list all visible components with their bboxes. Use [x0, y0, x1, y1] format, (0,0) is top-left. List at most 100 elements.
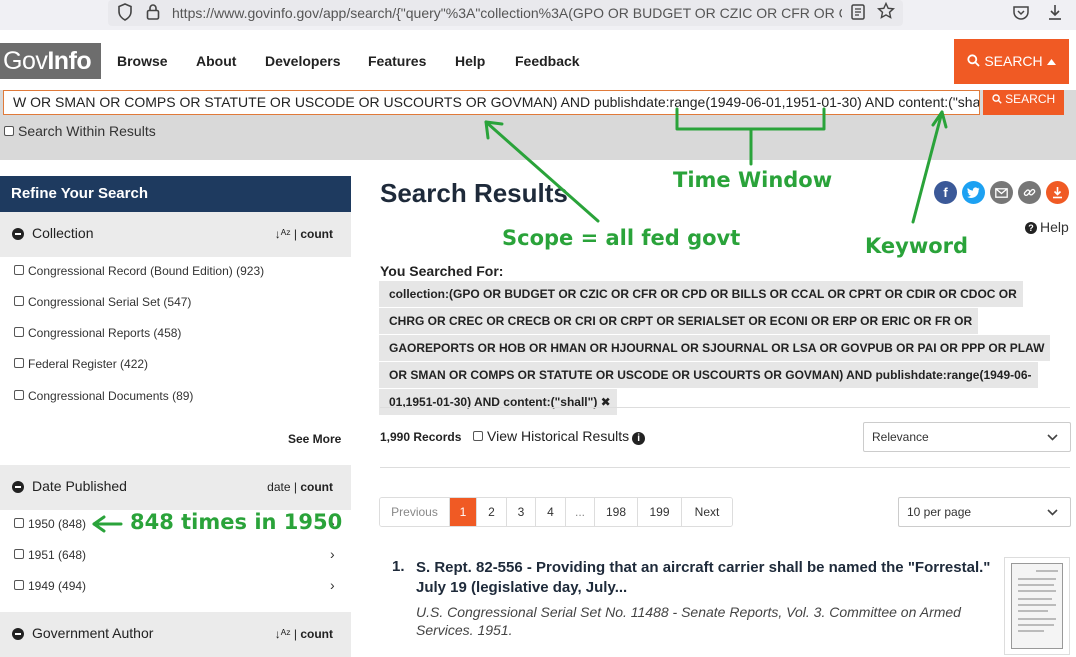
facet-option-label: Congressional Reports (458): [28, 326, 182, 340]
chevron-right-icon[interactable]: ›: [330, 577, 335, 593]
result-source: U.S. Congressional Serial Set No. 11488 …: [416, 604, 961, 638]
search-within-checkbox[interactable]: Search Within Results: [4, 123, 156, 139]
sort-count[interactable]: count: [300, 227, 333, 241]
address-bar[interactable]: https://www.govinfo.gov/app/search/{"que…: [108, 0, 903, 26]
nav-browse[interactable]: Browse: [117, 53, 168, 69]
thumb-line: [1018, 624, 1054, 626]
search-toggle-button[interactable]: SEARCH: [954, 39, 1069, 84]
collapse-icon[interactable]: [12, 628, 24, 640]
govinfo-logo[interactable]: GovInfo: [0, 43, 101, 79]
collapse-icon[interactable]: [12, 481, 24, 493]
caret-up-icon: [1046, 59, 1056, 65]
result-number: 1.: [392, 558, 405, 575]
pocket-icon[interactable]: [1012, 4, 1030, 26]
search-submit-button[interactable]: SEARCH: [983, 90, 1064, 115]
facet-option[interactable]: Congressional Serial Set (547): [14, 295, 191, 309]
nav-features[interactable]: Features: [368, 53, 426, 69]
checkbox[interactable]: [14, 265, 24, 275]
sort-alpha-icon[interactable]: ↓ᴬᶻ: [275, 627, 291, 641]
sort-count[interactable]: count: [300, 480, 333, 494]
divider: [380, 467, 1070, 468]
nav-help[interactable]: Help: [455, 53, 485, 69]
facebook-icon[interactable]: f: [934, 181, 957, 204]
reader-icon[interactable]: [850, 3, 866, 25]
searched-for-query: collection:(GPO OR BUDGET OR CZIC OR CFR…: [379, 281, 1055, 416]
download-icon[interactable]: [1046, 3, 1064, 25]
site-header: GovInfo Browse About Developers Features…: [0, 30, 1076, 90]
facet-option[interactable]: Congressional Record (Bound Edition) (92…: [14, 264, 264, 278]
facet-option[interactable]: 1951 (648): [14, 548, 86, 562]
info-icon[interactable]: i: [632, 432, 646, 445]
sort-alpha-icon[interactable]: ↓ᴬᶻ: [275, 227, 291, 241]
thumb-line: [1018, 584, 1054, 586]
nav-about[interactable]: About: [196, 53, 236, 69]
logo-text-gov: Gov: [3, 47, 48, 75]
checkbox[interactable]: [14, 518, 24, 528]
chevron-right-icon[interactable]: ›: [330, 546, 335, 562]
search-icon: [967, 54, 981, 67]
facet-option[interactable]: 1949 (494): [14, 579, 86, 593]
see-more-link[interactable]: See More: [288, 432, 341, 446]
star-icon[interactable]: [876, 1, 896, 24]
page-1[interactable]: 1: [450, 498, 477, 526]
facet-sort[interactable]: ↓ᴬᶻ | count: [275, 627, 333, 641]
nav-feedback[interactable]: Feedback: [515, 53, 580, 69]
facet-option[interactable]: Federal Register (422): [14, 357, 148, 371]
shield-icon[interactable]: [117, 3, 133, 25]
collapse-icon[interactable]: [12, 228, 24, 240]
page-2[interactable]: 2: [477, 498, 507, 526]
search-submit-label: SEARCH: [1005, 92, 1056, 106]
facet-sort[interactable]: date | count: [267, 480, 333, 494]
page-3[interactable]: 3: [507, 498, 536, 526]
thumb-line: [1018, 604, 1056, 606]
facet-option-label: 1949 (494): [28, 579, 87, 593]
facet-title: Date Published: [32, 478, 127, 494]
page-199[interactable]: 199: [638, 498, 682, 526]
page-4[interactable]: 4: [536, 498, 566, 526]
page-198[interactable]: 198: [595, 498, 638, 526]
result-title-link[interactable]: S. Rept. 82-556 - Providing that an airc…: [416, 558, 996, 598]
browser-toolbar: https://www.govinfo.gov/app/search/{"que…: [0, 0, 1076, 30]
pagination: Previous 1 2 3 4 ... 198 199 Next: [379, 497, 733, 527]
annotation-time-window: Time Window: [673, 168, 833, 192]
historical-label: View Historical Results: [487, 428, 630, 444]
facet-option[interactable]: 1950 (848): [14, 517, 86, 531]
facet-option[interactable]: Congressional Documents (89): [14, 389, 193, 403]
facet-title: Government Author: [32, 625, 154, 641]
lock-icon[interactable]: [146, 3, 160, 25]
twitter-icon[interactable]: [962, 181, 985, 204]
checkbox[interactable]: [14, 358, 24, 368]
checkbox[interactable]: [14, 390, 24, 400]
email-icon[interactable]: [990, 181, 1013, 204]
sort-date[interactable]: date: [267, 480, 290, 494]
sort-select[interactable]: Relevance: [863, 422, 1071, 452]
nav-developers[interactable]: Developers: [265, 53, 340, 69]
facet-header-date-published[interactable]: Date Published date | count: [0, 465, 351, 510]
facet-header-government-author[interactable]: Government Author ↓ᴬᶻ | count: [0, 612, 351, 657]
checkbox[interactable]: [4, 126, 14, 136]
help-link[interactable]: ? Help: [1025, 219, 1069, 235]
checkbox[interactable]: [473, 431, 483, 441]
divider: [380, 407, 1070, 408]
page-previous[interactable]: Previous: [380, 498, 450, 526]
page-next[interactable]: Next: [682, 498, 732, 526]
historical-results-checkbox[interactable]: View Historical Results i: [473, 428, 646, 445]
checkbox[interactable]: [14, 327, 24, 337]
result-thumbnail[interactable]: [1004, 557, 1070, 655]
facet-sort[interactable]: ↓ᴬᶻ | count: [275, 227, 333, 241]
facet-option[interactable]: Congressional Reports (458): [14, 326, 181, 340]
per-page-select[interactable]: 10 per page: [898, 497, 1071, 527]
thumb-line: [1018, 618, 1056, 620]
checkbox[interactable]: [14, 580, 24, 590]
thumb-line: [1018, 610, 1048, 612]
search-icon: [992, 94, 1002, 104]
search-query-input[interactable]: W OR SMAN OR COMPS OR STATUTE OR USCODE …: [3, 90, 980, 115]
sort-count[interactable]: count: [300, 627, 333, 641]
checkbox[interactable]: [14, 549, 24, 559]
download-icon[interactable]: [1046, 181, 1069, 204]
checkbox[interactable]: [14, 296, 24, 306]
link-icon[interactable]: [1018, 181, 1041, 204]
facet-header-collection[interactable]: Collection ↓ᴬᶻ | count: [0, 212, 351, 257]
facet-title: Collection: [32, 225, 94, 241]
url-text[interactable]: https://www.govinfo.gov/app/search/{"que…: [172, 5, 842, 21]
